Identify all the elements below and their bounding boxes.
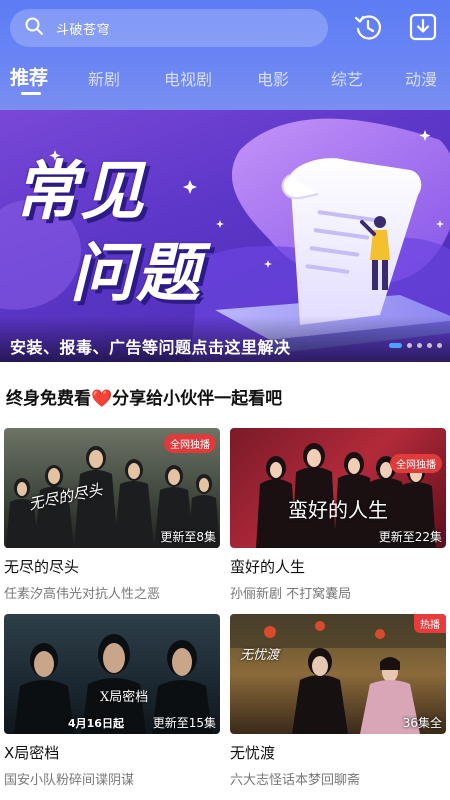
video-title[interactable]: 无忧渡	[230, 742, 446, 763]
active-tab-indicator	[21, 92, 41, 95]
carousel-dot[interactable]	[389, 343, 402, 348]
tab-variety[interactable]: 综艺	[331, 66, 363, 90]
video-card[interactable]: 无尽的尽头 全网独播 更新至8集 无尽的尽头 任素汐高伟光对抗人性之恶	[4, 428, 220, 602]
tab-recommend[interactable]: 推荐	[10, 63, 48, 90]
poster-title-art: 蛮好的人生	[288, 498, 388, 522]
promo-banner[interactable]: 常见 问题 安装、报毒、广告等问题点击这里解决	[0, 110, 450, 362]
download-icon[interactable]	[406, 10, 440, 44]
video-poster[interactable]: 无尽的尽头 全网独播 更新至8集	[4, 428, 220, 548]
carousel-dot[interactable]	[437, 343, 442, 348]
banner-caption: 安装、报毒、广告等问题点击这里解决	[10, 338, 291, 357]
video-card[interactable]: X局密档 4月16日起 更新至15集 X局密档 国安小队粉碎间谍阴谋	[4, 614, 220, 788]
video-title[interactable]: 蛮好的人生	[230, 556, 446, 577]
history-icon[interactable]	[351, 10, 385, 44]
tab-tv-series[interactable]: 电视剧	[164, 66, 212, 90]
section-title: 终身免费看❤️分享给小伙伴一起看吧	[6, 384, 282, 409]
search-icon	[24, 16, 44, 40]
banner-caption-bar: 安装、报毒、广告等问题点击这里解决	[0, 316, 450, 362]
carousel-indicator	[389, 343, 442, 348]
video-title[interactable]: 无尽的尽头	[4, 556, 220, 577]
section-title-part2: 分享给小伙伴一起看吧	[112, 389, 283, 409]
video-poster[interactable]: X局密档 4月16日起 更新至15集	[4, 614, 220, 734]
premiere-date: 4月16日起	[68, 717, 124, 730]
episode-tag: 更新至22集	[378, 530, 442, 544]
video-subtitle: 孙俪新剧 不打窝囊局	[230, 587, 352, 602]
episode-tag: 36集全	[402, 716, 442, 730]
tab-new-drama[interactable]: 新剧	[88, 66, 120, 90]
video-card[interactable]: 无忧渡 热播 36集全 无忧渡 六大志怪话本梦回聊斋	[230, 614, 446, 788]
category-tabs: 推荐 新剧 电视剧 电影 综艺 动漫	[0, 58, 450, 102]
video-title[interactable]: X局密档	[4, 742, 220, 763]
episode-tag: 更新至8集	[160, 530, 216, 544]
poster-title-art: 无忧渡	[240, 648, 280, 663]
carousel-dot[interactable]	[407, 343, 412, 348]
search-bar[interactable]: 斗破苍穹	[10, 9, 328, 47]
episode-tag: 更新至15集	[152, 716, 216, 730]
exclusive-badge: 全网独播	[164, 434, 216, 453]
poster-title-art: X局密档	[100, 690, 149, 705]
video-subtitle: 国安小队粉碎间谍阴谋	[4, 773, 135, 788]
carousel-dot[interactable]	[427, 343, 432, 348]
section-title-part1: 终身免费看	[6, 389, 91, 409]
banner-title-line1: 常见	[14, 155, 146, 229]
exclusive-badge: 全网独播	[390, 454, 442, 473]
video-subtitle: 六大志怪话本梦回聊斋	[230, 773, 361, 788]
tab-movies[interactable]: 电影	[257, 66, 289, 90]
banner-title-line2: 问题	[70, 237, 202, 311]
video-poster[interactable]: 蛮好的人生 全网独播 更新至22集	[230, 428, 446, 548]
top-header: 斗破苍穹 推荐 新剧 电视剧 电影 综艺 动漫	[0, 0, 450, 110]
search-placeholder: 斗破苍穹	[56, 22, 111, 38]
carousel-dot[interactable]	[417, 343, 422, 348]
video-subtitle: 任素汐高伟光对抗人性之恶	[4, 587, 161, 602]
tab-anime[interactable]: 动漫	[405, 66, 437, 90]
video-card[interactable]: 蛮好的人生 全网独播 更新至22集 蛮好的人生 孙俪新剧 不打窝囊局	[230, 428, 446, 602]
heart-icon: ❤️	[91, 389, 113, 409]
hot-badge: 热播	[414, 614, 446, 633]
video-poster[interactable]: 无忧渡 热播 36集全	[230, 614, 446, 734]
